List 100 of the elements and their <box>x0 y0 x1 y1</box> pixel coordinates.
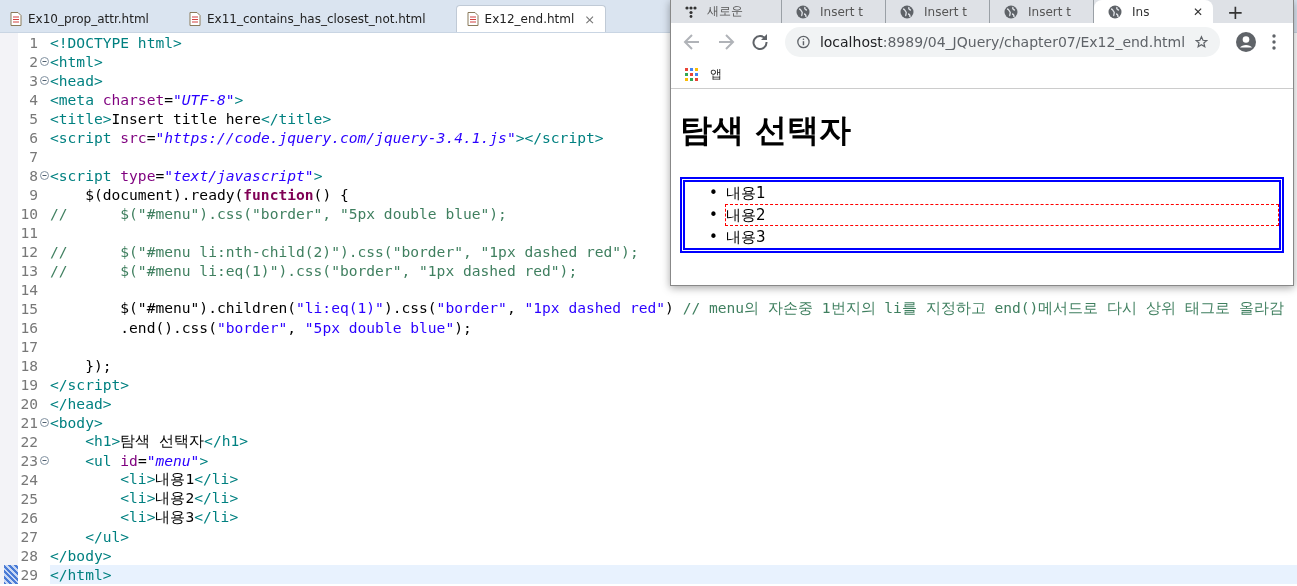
line-number: 16 <box>19 319 38 336</box>
code-text: = <box>155 167 165 184</box>
code-string: "border" <box>216 319 288 336</box>
code-tag: > <box>234 91 244 108</box>
code-text: 내용1 <box>155 470 195 487</box>
fold-icon[interactable] <box>39 418 49 427</box>
apps-bookmark[interactable]: 앱 <box>685 65 722 83</box>
code-tag: ></script> <box>515 129 604 146</box>
globe-icon <box>1108 4 1122 19</box>
code-tag: <h1> <box>50 432 121 449</box>
reload-icon[interactable] <box>751 32 769 51</box>
menu-icon[interactable] <box>1272 33 1276 50</box>
address-bar[interactable]: localhost:8989/04_JQuery/chapter07/Ex12_end.html <box>785 26 1220 57</box>
code-text: () { <box>313 186 349 203</box>
code-text: , <box>287 319 298 336</box>
code-tag: <ul <box>50 452 121 469</box>
browser-tab[interactable]: Insert t <box>990 0 1094 23</box>
line-number: 2 <box>28 53 38 70</box>
code-tag: </body> <box>50 547 112 564</box>
browser-tab[interactable]: Insert t <box>782 0 886 23</box>
page-heading: 탐색 선택자 <box>680 110 853 151</box>
code-tag: <li> <box>50 489 156 506</box>
line-number: 7 <box>28 148 38 165</box>
line-number: 11 <box>19 224 38 241</box>
list-item-text: 내용1 <box>725 183 767 204</box>
line-number: 28 <box>19 547 38 564</box>
globe-icon <box>796 4 810 19</box>
code-tag: </head> <box>50 395 112 412</box>
code-text: ) <box>665 299 675 316</box>
code-text: $(document).ready( <box>84 186 244 203</box>
code-text: Insert title here <box>111 110 261 127</box>
line-number: 19 <box>19 376 38 393</box>
code-attribute: charset <box>102 91 165 108</box>
line-number: 23 <box>19 452 38 469</box>
globe-icon <box>1004 4 1018 19</box>
line-number: 12 <box>19 243 38 260</box>
code-attribute: src <box>120 129 147 146</box>
line-number: 26 <box>19 509 38 526</box>
code-keyword: function <box>243 186 314 203</box>
account-icon[interactable] <box>1236 31 1256 52</box>
browser-tab[interactable]: 새로운 <box>671 0 782 23</box>
code-comment: // $("#menu").css("border", "5px double blue"); <box>50 205 507 222</box>
line-number: 1 <box>28 34 38 51</box>
code-string: "text/javascript" <box>164 167 314 184</box>
url-text: localhost:8989/04_JQuery/chapter07/Ex12_end.html <box>819 33 1186 50</box>
line-number: 14 <box>19 281 38 298</box>
close-icon[interactable]: ⨯ <box>584 11 596 27</box>
line-number: 3 <box>28 72 38 89</box>
code-string: "1px dashed red" <box>524 299 666 316</box>
code-tag: <script <box>50 129 121 146</box>
line-number: 17 <box>19 338 38 355</box>
fold-icon[interactable] <box>39 171 49 180</box>
code-comment: // $("#menu li:eq(1)").css("border", "1px dashed red"); <box>50 262 578 279</box>
list-item-text: 내용3 <box>725 227 767 248</box>
code-comment: // $("#menu li:nth-child(2)").css("border", "1px dashed red"); <box>50 243 639 260</box>
editor-tab[interactable]: Ex12_end.html ⨯ <box>455 5 607 32</box>
code-comment: // menu의 자손중 1번지의 li를 지정하고 end()메서드로 다시 상위 태그로 올라감 <box>682 299 1284 316</box>
code-string: "5px double blue" <box>304 319 455 336</box>
new-tab-button[interactable]: + <box>1213 0 1258 23</box>
code-text: }); <box>84 357 112 374</box>
code-attribute: type <box>120 167 156 184</box>
fold-icon[interactable] <box>39 76 49 85</box>
line-number: 13 <box>19 262 38 279</box>
editor-tab[interactable]: Ex10_prop_attr.html <box>0 6 159 32</box>
line-number: 6 <box>28 129 38 146</box>
code-tag: <script <box>50 167 121 184</box>
code-tag: <meta <box>50 91 103 108</box>
browser-tab[interactable]: Insert t <box>886 0 990 23</box>
code-tag: <title> <box>50 110 112 127</box>
code-string: "li:eq(1)" <box>296 299 384 316</box>
line-number: 20 <box>19 395 38 412</box>
line-number: 22 <box>19 433 38 450</box>
code-text: = <box>164 91 174 108</box>
line-number: 29 <box>19 566 38 583</box>
line-number: 27 <box>19 528 38 545</box>
code-text: = <box>146 129 156 146</box>
browser-tab[interactable]: Ins ✕ <box>1094 0 1213 23</box>
code-tag: </ul> <box>50 528 130 545</box>
code-tag: <li> <box>50 508 156 525</box>
line-number: 5 <box>28 110 38 127</box>
line-number: 8 <box>28 167 38 184</box>
globe-icon <box>900 4 914 19</box>
code-attribute: id <box>120 452 138 469</box>
code-text: = <box>137 452 147 469</box>
code-tag: </script> <box>50 376 130 393</box>
code-text: ).css( <box>383 299 437 316</box>
close-icon[interactable]: ✕ <box>1192 4 1203 19</box>
fold-icon[interactable] <box>39 456 49 465</box>
fold-icon[interactable] <box>39 57 49 66</box>
bullet: • <box>709 227 719 247</box>
apps-grid-icon <box>685 67 698 81</box>
line-number: 9 <box>28 186 38 203</box>
line-number: 10 <box>19 205 38 222</box>
code-tag: > <box>313 167 323 184</box>
star-icon[interactable] <box>1195 33 1208 50</box>
code-string: "UTF-8" <box>173 91 235 108</box>
line-number: 21 <box>19 414 38 431</box>
editor-tab[interactable]: Ex11_contains_has_closest_not.html <box>178 6 436 32</box>
code-text: ); <box>454 319 472 336</box>
code-string: "border" <box>436 299 507 316</box>
